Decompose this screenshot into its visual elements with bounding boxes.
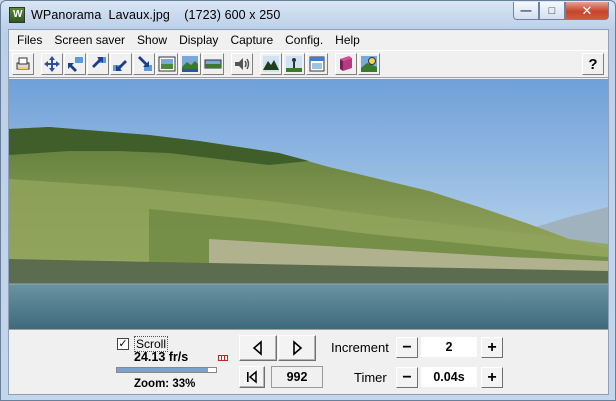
arrow-up-right-icon — [92, 57, 106, 68]
maximize-button[interactable]: □ — [539, 2, 565, 20]
calendar-button[interactable] — [306, 53, 328, 75]
landscape-tall-icon — [182, 56, 198, 72]
menu-show[interactable]: Show — [131, 33, 173, 47]
speaker-icon — [235, 58, 250, 70]
position-field[interactable]: 992 — [271, 366, 323, 388]
skip-start-icon — [247, 370, 257, 384]
increment-plus-button[interactable]: + — [481, 337, 503, 358]
print-icon — [16, 57, 30, 70]
zoom-slider-fill — [117, 368, 209, 372]
menu-capture[interactable]: Capture — [224, 33, 279, 47]
figure-icon — [286, 56, 302, 72]
move-down-left-button[interactable] — [110, 53, 132, 75]
timer-field[interactable]: 0.04s — [421, 367, 477, 387]
increment-label: Increment — [331, 340, 389, 355]
book-button[interactable] — [335, 53, 357, 75]
menu-help[interactable]: Help — [329, 33, 366, 47]
zoom-label: Zoom: 33% — [134, 378, 196, 390]
app-window: WPanorama Lavaux.jpg (1723) 600 x 250 — … — [0, 0, 616, 401]
go-to-start-button[interactable] — [239, 366, 265, 388]
picture-frame-icon — [158, 56, 176, 72]
triangle-right-icon — [293, 340, 303, 356]
panorama-image — [9, 79, 608, 329]
minimize-button[interactable]: — — [513, 2, 539, 20]
calendar-icon — [309, 56, 325, 72]
print-button[interactable] — [12, 53, 34, 75]
increment-field[interactable]: 2 — [421, 337, 477, 357]
move-all-button[interactable] — [41, 53, 63, 75]
panorama-view[interactable] — [9, 79, 608, 329]
scroll-checkbox[interactable]: ✓ — [117, 338, 129, 350]
timer-label: Timer — [354, 370, 387, 385]
fps-readout: 24.13 fr/s — [134, 350, 189, 364]
film-icon — [218, 354, 228, 362]
title-bar[interactable]: WPanorama Lavaux.jpg (1723) 600 x 250 — … — [1, 1, 615, 29]
app-icon[interactable] — [9, 7, 25, 23]
triangle-left-icon — [252, 340, 262, 356]
mountain-icon — [263, 56, 279, 72]
scroll-right-button[interactable] — [278, 335, 316, 361]
controls-panel: ✓ Scroll 24.13 fr/s Zoom: 33% 992 Increm… — [9, 329, 608, 394]
help-button[interactable]: ? — [582, 53, 604, 75]
toolbar: ? — [9, 50, 608, 78]
landscape-wide-icon — [204, 59, 222, 69]
landscape-help-button[interactable] — [358, 53, 380, 75]
scroll-left-button[interactable] — [239, 335, 277, 361]
close-button[interactable]: ✕ — [565, 2, 609, 20]
mountain-button[interactable] — [260, 53, 282, 75]
help-label: ? — [588, 55, 598, 73]
menu-config[interactable]: Config. — [279, 33, 329, 47]
frame-view-button[interactable] — [156, 53, 178, 75]
landscape-help-icon — [361, 56, 377, 72]
move-all-icon — [44, 56, 60, 72]
zoom-slider[interactable] — [116, 367, 217, 373]
window-controls: — □ ✕ — [513, 2, 609, 20]
book-icon — [340, 56, 352, 71]
sound-button[interactable] — [231, 53, 253, 75]
menu-files[interactable]: Files — [11, 33, 48, 47]
timer-plus-button[interactable]: + — [481, 367, 503, 388]
menu-screen-saver[interactable]: Screen saver — [48, 33, 131, 47]
figure-button[interactable] — [283, 53, 305, 75]
move-up-right-button[interactable] — [87, 53, 109, 75]
window-title: WPanorama Lavaux.jpg (1723) 600 x 250 — [31, 8, 281, 22]
move-down-right-button[interactable] — [133, 53, 155, 75]
increment-minus-button[interactable]: − — [396, 337, 418, 358]
move-up-left-button[interactable] — [64, 53, 86, 75]
landscape-wide-button[interactable] — [202, 53, 224, 75]
client-area: Files Screen saver Show Display Capture … — [8, 29, 609, 395]
arrow-up-left-icon — [68, 57, 83, 72]
menu-display[interactable]: Display — [173, 33, 224, 47]
menu-bar: Files Screen saver Show Display Capture … — [9, 30, 608, 50]
landscape-tall-button[interactable] — [179, 53, 201, 75]
arrow-down-left-icon — [113, 60, 127, 71]
arrow-down-right-icon — [138, 56, 152, 71]
timer-minus-button[interactable]: − — [396, 367, 418, 388]
